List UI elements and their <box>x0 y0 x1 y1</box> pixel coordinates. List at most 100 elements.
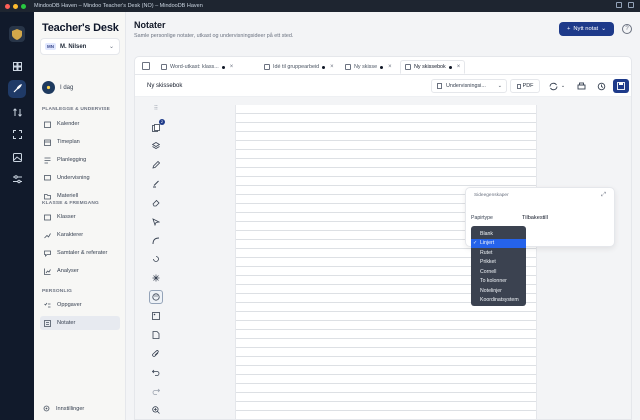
tab-ny-skissebok[interactable]: Ny skissebok × <box>400 60 466 74</box>
sidebar-item-oppgaver[interactable]: Oppgaver <box>40 298 120 312</box>
new-note-button[interactable]: + Nytt notat ⌄ <box>559 22 614 36</box>
tab-label: Ny skisse <box>354 64 378 70</box>
save-icon <box>617 82 625 90</box>
section-heading: PERSONLIG <box>42 289 73 294</box>
checklist-icon <box>43 301 51 309</box>
sidebar-item-klasser[interactable]: Klasser <box>40 210 120 224</box>
window-controls <box>5 3 26 9</box>
close-tab-icon[interactable]: × <box>388 64 392 70</box>
sidebar-item-karakterer[interactable]: Karakterer <box>40 228 120 242</box>
paper-option-cornell[interactable]: Cornell <box>471 267 526 277</box>
history-icon[interactable] <box>593 79 609 93</box>
redo-icon[interactable] <box>149 384 163 398</box>
select-cursor-icon[interactable] <box>149 215 163 229</box>
paper-option-notelinjer[interactable]: Notelinjer <box>471 286 526 296</box>
tab-label: Ny skissebok <box>414 64 446 70</box>
chevron-down-icon: ⌄ <box>497 83 502 89</box>
sidebar-item-settings[interactable]: Innstillinger <box>40 402 120 416</box>
sliders-icon[interactable] <box>8 170 26 188</box>
highlighter-icon[interactable] <box>149 177 163 191</box>
tab-word-utkast[interactable]: Word-utkast: klass... × <box>157 60 237 74</box>
paper-type-label: Papirtype <box>471 215 493 221</box>
sidebar-item-label: Innstillinger <box>56 406 85 412</box>
sidebar-item-label: Samtaler & referater <box>57 250 108 256</box>
print-icon[interactable] <box>573 79 589 93</box>
document-icon <box>161 64 167 70</box>
folder-icon <box>43 192 51 200</box>
page-title: Notater <box>134 20 166 30</box>
attachment-icon[interactable] <box>149 347 163 361</box>
titlebar-extension-icon[interactable] <box>616 2 622 8</box>
pages-icon[interactable]: 2 <box>149 118 165 135</box>
image-library-icon[interactable] <box>8 148 26 166</box>
rocket-icon[interactable] <box>8 80 26 98</box>
eraser-icon[interactable] <box>149 196 163 210</box>
document-icon <box>264 64 270 70</box>
zoom-in-icon[interactable] <box>149 403 163 417</box>
sidebar-item-notater[interactable]: Notater <box>40 316 120 330</box>
export-pdf-button[interactable]: PDF <box>510 79 540 93</box>
sidebar-item-label: Timeplan <box>57 139 80 145</box>
user-switcher[interactable]: MN M. Nilsen ⌄ <box>40 38 120 55</box>
pdf-label: PDF <box>522 83 534 89</box>
scan-icon[interactable] <box>8 125 26 143</box>
rotate-icon[interactable] <box>149 253 163 267</box>
paper-option-to-kolonner[interactable]: To kolonner <box>471 277 526 287</box>
undo-icon[interactable] <box>149 366 163 380</box>
paper-option-prikket[interactable]: Prikket <box>471 258 526 268</box>
close-window-button[interactable] <box>5 3 10 9</box>
note-page-icon[interactable] <box>149 328 163 342</box>
sidebar-item-label: Kalender <box>57 121 80 127</box>
document-icon <box>437 83 442 89</box>
paper-option-linjert[interactable]: ✓ Linjert <box>471 238 526 248</box>
chevron-down-icon: ⌄ <box>601 26 607 32</box>
close-tab-icon[interactable]: × <box>330 64 334 70</box>
sidebar-item-planlegging[interactable]: Planlegging <box>40 153 120 167</box>
close-tab-icon[interactable]: × <box>230 64 234 70</box>
user-initials: MN <box>45 43 56 50</box>
image-icon[interactable] <box>149 309 163 323</box>
close-tab-icon[interactable]: × <box>457 64 461 70</box>
palette-icon[interactable] <box>149 290 163 304</box>
save-button[interactable] <box>613 79 629 93</box>
paper-option-koordinatsystem[interactable]: Koordinatsystem <box>471 296 526 306</box>
sync-arrows-icon[interactable] <box>8 103 26 121</box>
drag-handle-icon[interactable]: ⠿ <box>149 102 163 116</box>
sparkle-icon[interactable] <box>149 271 163 285</box>
drawing-toolbar: ⠿ 2 <box>147 102 165 419</box>
pen-icon[interactable] <box>149 158 163 172</box>
layers-icon[interactable] <box>149 140 163 154</box>
sidebar-item-label: Notater <box>57 320 76 326</box>
sidebar-item-today[interactable]: I dag <box>40 79 120 96</box>
tab-ny-skisse[interactable]: Ny skisse × <box>341 60 396 74</box>
dashboard-icon[interactable] <box>8 57 26 75</box>
view-mode-value: Undervisningsi... <box>446 83 486 89</box>
reset-button[interactable]: Tilbakestill <box>522 215 548 221</box>
minimize-window-button[interactable] <box>13 3 18 9</box>
sidebar-item-timeplan[interactable]: Timeplan <box>40 135 120 149</box>
window-titlebar: MindooDB Haven – Mindoo Teacher's Desk (… <box>0 0 640 12</box>
maximize-window-button[interactable] <box>21 3 26 9</box>
pdf-file-icon <box>516 83 521 89</box>
note-title-input[interactable]: Ny skissebok <box>147 83 182 89</box>
paper-option-rutet[interactable]: Rutet <box>471 248 526 258</box>
view-mode-select[interactable]: Undervisningsi... ⌄ <box>431 79 507 93</box>
chevron-down-icon[interactable]: ⌄ <box>559 79 567 93</box>
paper-option-blank[interactable]: Blank <box>471 229 526 239</box>
grades-chart-icon <box>43 231 51 239</box>
sidebar-item-undervisning[interactable]: Undervisning <box>40 171 120 185</box>
sidebar-item-kalender[interactable]: Kalender <box>40 117 120 131</box>
tab-gruppearbeid[interactable]: Idé til gruppearbeid × <box>260 60 338 74</box>
expand-icon[interactable]: ⤢ <box>601 192 606 199</box>
note-editor: Word-utkast: klass... × Idé til gruppear… <box>134 56 632 420</box>
help-icon[interactable]: ? <box>622 24 632 34</box>
titlebar-extra-controls <box>616 2 634 8</box>
sidebar-item-samtaler[interactable]: Samtaler & referater <box>40 246 120 260</box>
sidebar-item-analyser[interactable]: Analyser <box>40 264 120 278</box>
sketchbook-icon <box>405 64 411 70</box>
curve-icon[interactable] <box>149 234 163 248</box>
sidebar-toggle-icon[interactable] <box>142 62 150 70</box>
sidebar-item-label: Oppgaver <box>57 302 82 308</box>
icon-rail <box>0 12 34 420</box>
titlebar-window-icon[interactable] <box>628 2 634 8</box>
